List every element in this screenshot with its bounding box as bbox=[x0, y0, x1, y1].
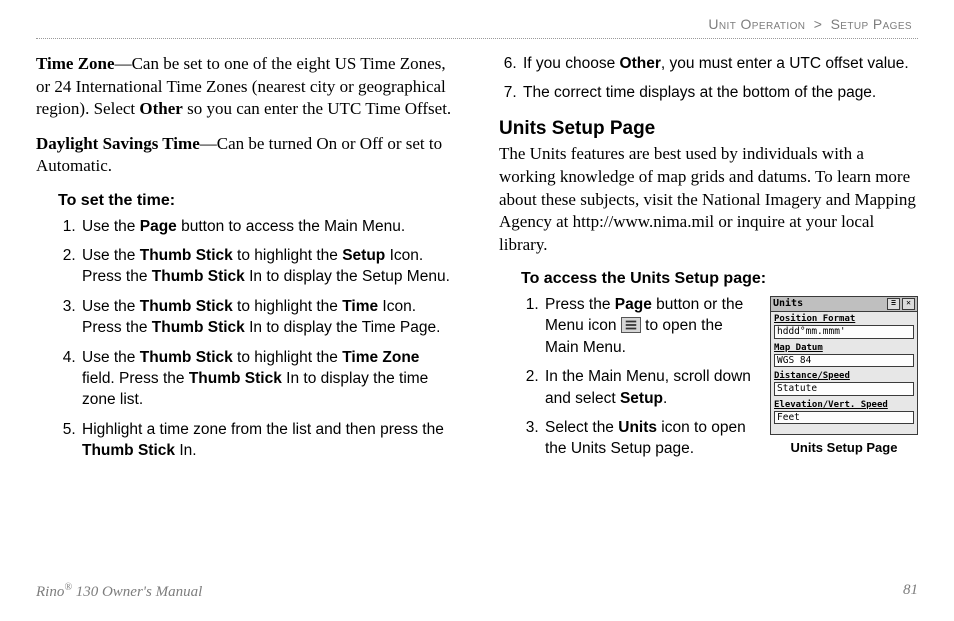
text: If you choose bbox=[523, 55, 620, 72]
field-label: Position Format bbox=[771, 312, 917, 324]
figure-caption: Units Setup Page bbox=[770, 439, 918, 457]
page-number: 81 bbox=[903, 582, 918, 601]
footer-product-suffix: 130 Owner's Manual bbox=[72, 584, 202, 600]
set-time-steps: Use the Page button to access the Main M… bbox=[58, 216, 455, 462]
term-thumbstick: Thumb Stick bbox=[140, 298, 233, 315]
term-page: Page bbox=[140, 218, 177, 235]
text: The correct time displays at the bottom … bbox=[523, 84, 876, 101]
text: , you must enter a UTC offset value. bbox=[661, 55, 909, 72]
term-thumbstick: Thumb Stick bbox=[140, 247, 233, 264]
tz-lead: Time Zone bbox=[36, 54, 115, 73]
dst-paragraph: Daylight Savings Time—Can be turned On o… bbox=[36, 133, 455, 178]
term-setup: Setup bbox=[620, 390, 663, 407]
term-units: Units bbox=[618, 419, 657, 436]
tz-other: Other bbox=[139, 99, 182, 118]
running-head-subsection: Setup Pages bbox=[831, 16, 912, 32]
field-label: Elevation/Vert. Speed bbox=[771, 398, 917, 410]
text: to highlight the bbox=[233, 298, 342, 315]
access-units-heading: To access the Units Setup page: bbox=[521, 268, 918, 290]
list-item: Use the Thumb Stick to highlight the Tim… bbox=[80, 296, 455, 339]
text: Press the bbox=[545, 296, 615, 313]
text: Use the bbox=[82, 349, 140, 366]
text: field. Press the bbox=[82, 370, 189, 387]
text: In to display the Time Page. bbox=[245, 319, 441, 336]
term-thumbstick: Thumb Stick bbox=[152, 268, 245, 285]
units-screenshot: Units ≡ ✕ Position Format hddd°mm.mmm' M… bbox=[770, 296, 918, 435]
text: Highlight a time zone from the list and … bbox=[82, 421, 444, 438]
list-item: Use the Thumb Stick to highlight the Tim… bbox=[80, 347, 455, 411]
text: button to access the Main Menu. bbox=[177, 218, 405, 235]
titlebar-icons: ≡ ✕ bbox=[887, 298, 915, 310]
running-head: Unit Operation > Setup Pages bbox=[36, 16, 918, 32]
term-thumbstick: Thumb Stick bbox=[82, 442, 175, 459]
field-value: hddd°mm.mmm' bbox=[774, 325, 914, 339]
set-time-steps-continued: If you choose Other, you must enter a UT… bbox=[499, 53, 918, 104]
close-icon: ✕ bbox=[902, 298, 915, 310]
footer-product: Rino® 130 Owner's Manual bbox=[36, 582, 202, 601]
term-setup: Setup bbox=[342, 247, 385, 264]
text: to highlight the bbox=[233, 349, 342, 366]
page-footer: Rino® 130 Owner's Manual 81 bbox=[36, 582, 918, 601]
list-item: The correct time displays at the bottom … bbox=[521, 82, 918, 103]
text: Use the bbox=[82, 298, 140, 315]
term-other: Other bbox=[620, 55, 661, 72]
term-timezone: Time Zone bbox=[342, 349, 419, 366]
term-thumbstick: Thumb Stick bbox=[152, 319, 245, 336]
text: Use the bbox=[82, 247, 140, 264]
term-page: Page bbox=[615, 296, 652, 313]
text: In. bbox=[175, 442, 197, 459]
field-label: Map Datum bbox=[771, 341, 917, 353]
term-thumbstick: Thumb Stick bbox=[140, 349, 233, 366]
menu-icon bbox=[621, 317, 641, 333]
running-head-sep: > bbox=[814, 16, 823, 32]
set-time-procedure: To set the time: Use the Page button to … bbox=[36, 190, 455, 461]
set-time-heading: To set the time: bbox=[58, 190, 455, 212]
list-item: Use the Page button to access the Main M… bbox=[80, 216, 455, 237]
text: to highlight the bbox=[233, 247, 342, 264]
term-thumbstick: Thumb Stick bbox=[189, 370, 282, 387]
text: In to display the Setup Menu. bbox=[245, 268, 450, 285]
units-setup-heading: Units Setup Page bbox=[499, 116, 918, 142]
text: Select the bbox=[545, 419, 618, 436]
set-time-steps-cont: If you choose Other, you must enter a UT… bbox=[499, 53, 918, 104]
registered-mark: ® bbox=[64, 582, 72, 593]
footer-product-name: Rino bbox=[36, 584, 64, 600]
term-time: Time bbox=[342, 298, 378, 315]
header-rule bbox=[36, 38, 918, 39]
list-item: Use the Thumb Stick to highlight the Set… bbox=[80, 245, 455, 288]
menu-icon: ≡ bbox=[887, 298, 900, 310]
field-label: Distance/Speed bbox=[771, 369, 917, 381]
left-column: Time Zone—Can be set to one of the eight… bbox=[36, 53, 455, 469]
text: . bbox=[663, 390, 667, 407]
field-value: Feet bbox=[774, 411, 914, 425]
units-intro: The Units features are best used by indi… bbox=[499, 143, 918, 256]
text: Use the bbox=[82, 218, 140, 235]
field-value: WGS 84 bbox=[774, 354, 914, 368]
timezone-paragraph: Time Zone—Can be set to one of the eight… bbox=[36, 53, 455, 121]
running-head-section: Unit Operation bbox=[708, 16, 805, 32]
field-value: Statute bbox=[774, 382, 914, 396]
access-units-procedure: To access the Units Setup page: Units ≡ … bbox=[499, 268, 918, 467]
tz-tail: so you can enter the UTC Time Offset. bbox=[183, 99, 451, 118]
list-item: If you choose Other, you must enter a UT… bbox=[521, 53, 918, 74]
list-item: Highlight a time zone from the list and … bbox=[80, 419, 455, 462]
manual-page: Unit Operation > Setup Pages Time Zone—C… bbox=[0, 0, 954, 621]
right-column: If you choose Other, you must enter a UT… bbox=[499, 53, 918, 469]
two-column-layout: Time Zone—Can be set to one of the eight… bbox=[36, 53, 918, 469]
units-figure: Units ≡ ✕ Position Format hddd°mm.mmm' M… bbox=[770, 296, 918, 457]
units-titlebar: Units ≡ ✕ bbox=[771, 297, 917, 312]
units-titlebar-title: Units bbox=[773, 299, 803, 309]
dst-lead: Daylight Savings Time bbox=[36, 134, 200, 153]
